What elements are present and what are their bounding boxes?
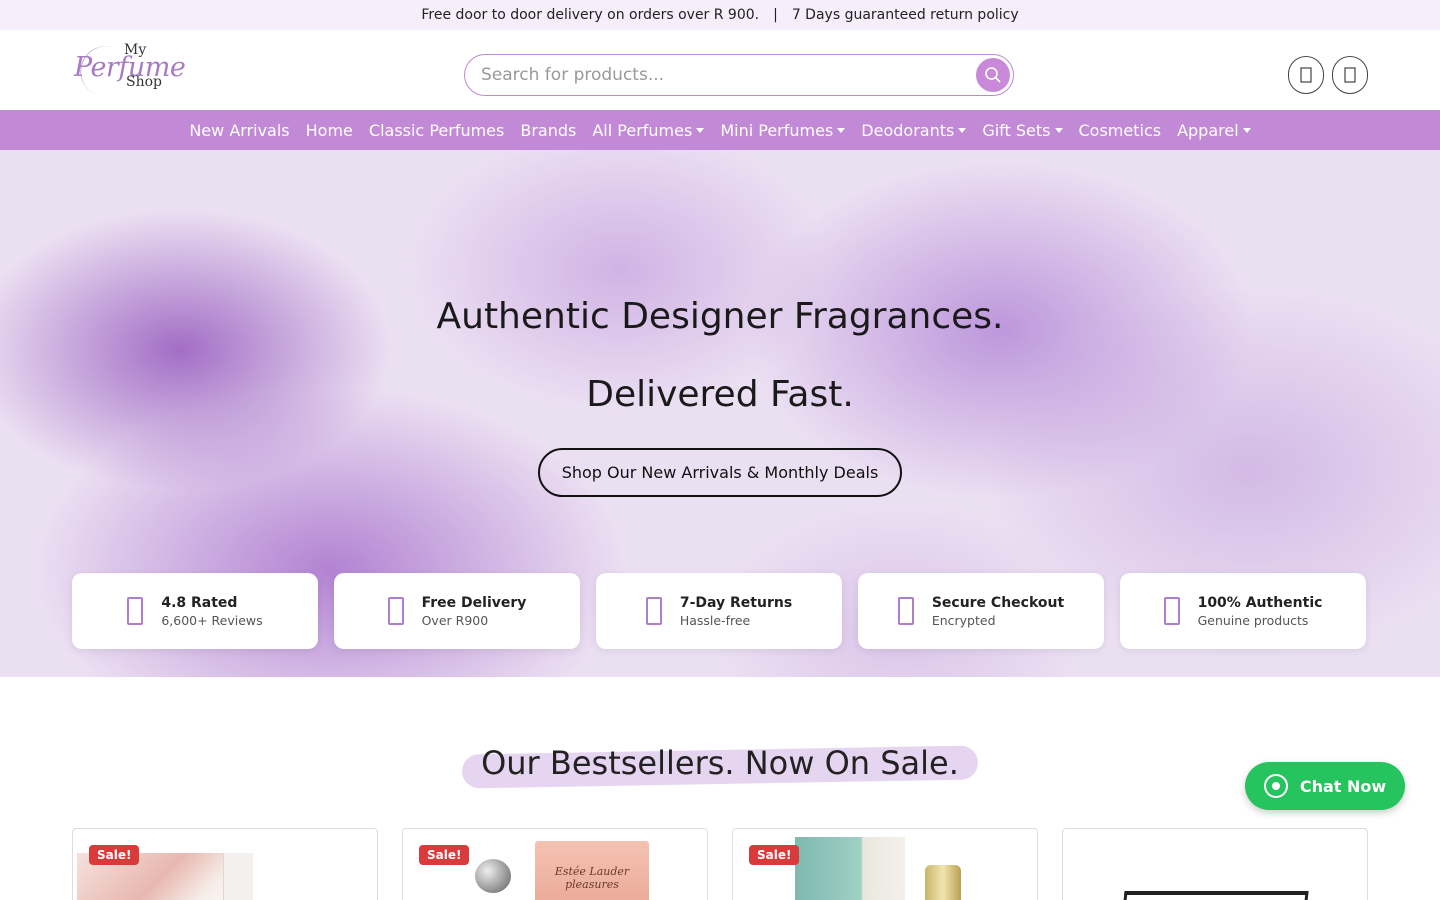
product-image[interactable]: [1121, 891, 1309, 900]
nav-item-gift-sets[interactable]: Gift Sets: [974, 121, 1070, 140]
search-button[interactable]: [976, 58, 1010, 92]
truck-icon: [387, 597, 404, 625]
product-box: [223, 853, 253, 900]
feature-subtitle: 6,600+ Reviews: [161, 612, 263, 628]
nav-item-all-perfumes[interactable]: All Perfumes: [584, 121, 712, 140]
caret-down-icon: [958, 127, 967, 133]
shield-check-icon: [1163, 597, 1180, 625]
search-icon: [985, 67, 1001, 83]
user-icon: [1300, 67, 1312, 83]
feature-title: 7-Day Returns: [679, 594, 793, 611]
nav-label: Classic Perfumes: [368, 120, 505, 140]
nav-item-brands[interactable]: Brands: [512, 121, 584, 140]
account-button[interactable]: [1288, 56, 1324, 94]
hero-subheadline: Delivered Fast.: [586, 374, 854, 415]
announcement-bar: Free door to door delivery on orders ove…: [0, 0, 1440, 30]
caret-down-icon: [837, 127, 846, 133]
main-nav: New Arrivals Home Classic Perfumes Brand…: [0, 110, 1440, 150]
nav-label: Brands: [520, 120, 577, 140]
feature-title: Secure Checkout: [931, 594, 1065, 611]
returns-notice: 7 Days guaranteed return policy: [791, 7, 1019, 23]
nav-item-new-arrivals[interactable]: New Arrivals: [181, 121, 297, 140]
feature-title: 100% Authentic: [1197, 594, 1323, 611]
search-input[interactable]: [481, 65, 961, 85]
nav-label: Cosmetics: [1078, 120, 1162, 140]
search-bar: [464, 54, 1014, 96]
cart-icon: [1344, 67, 1356, 83]
cart-button[interactable]: [1332, 56, 1368, 94]
feature-cards: 4.8 Rated 6,600+ Reviews Free Delivery Ove…: [72, 573, 1366, 649]
logo-shop: Shop: [126, 74, 162, 90]
product-brand-text: Estée Lauder pleasures: [554, 865, 630, 891]
nav-item-classic-perfumes[interactable]: Classic Perfumes: [361, 121, 512, 140]
feature-card-returns: 7-Day Returns Hassle-free: [596, 573, 842, 649]
nav-item-mini-perfumes[interactable]: Mini Perfumes: [712, 121, 853, 140]
feature-subtitle: Over R900: [421, 612, 489, 628]
caret-down-icon: [1054, 127, 1063, 133]
feature-subtitle: Genuine products: [1197, 612, 1309, 628]
nav-item-home[interactable]: Home: [298, 121, 361, 140]
sale-badge: Sale!: [89, 845, 140, 865]
caret-down-icon: [1242, 127, 1251, 133]
perfume-bottle-neck: [925, 865, 961, 900]
feature-title: 4.8 Rated: [161, 594, 238, 611]
nav-label: Gift Sets: [982, 120, 1051, 140]
header-actions: [1288, 56, 1368, 94]
feature-title: Free Delivery: [421, 594, 527, 611]
nav-label: Deodorants: [861, 120, 955, 140]
bestsellers-heading: Our Bestsellers. Now On Sale.: [0, 744, 1440, 789]
delivery-notice: Free door to door delivery on orders ove…: [421, 7, 760, 23]
feature-subtitle: Hassle-free: [679, 612, 751, 628]
product-card[interactable]: [1062, 828, 1368, 900]
nav-label: Mini Perfumes: [720, 120, 834, 140]
nav-label: New Arrivals: [189, 120, 290, 140]
product-grid: Sale! Sale! Estée Lauder pleasures Sale!: [72, 828, 1368, 900]
sale-badge: Sale!: [419, 845, 470, 865]
caret-down-icon: [696, 127, 705, 133]
nav-item-apparel[interactable]: Apparel: [1169, 121, 1259, 140]
perfume-cap: [475, 859, 511, 893]
sale-badge: Sale!: [749, 845, 800, 865]
product-card[interactable]: Sale! Estée Lauder pleasures: [402, 828, 708, 900]
nav-label: Home: [305, 120, 353, 140]
feature-card-rating: 4.8 Rated 6,600+ Reviews: [72, 573, 318, 649]
product-card[interactable]: Sale!: [72, 828, 378, 900]
announcement-separator: |: [773, 7, 778, 23]
nav-label: All Perfumes: [592, 120, 693, 140]
site-header: My Perfume Shop: [0, 30, 1440, 110]
product-card[interactable]: Sale!: [732, 828, 1038, 900]
product-image[interactable]: [795, 837, 905, 900]
whatsapp-icon: [1263, 774, 1288, 798]
section-title: Our Bestsellers. Now On Sale.: [481, 744, 959, 782]
feature-subtitle: Encrypted: [931, 612, 996, 628]
return-icon: [645, 597, 662, 625]
feature-card-delivery: Free Delivery Over R900: [334, 573, 580, 649]
feature-card-authentic: 100% Authentic Genuine products: [1120, 573, 1366, 649]
hero-banner: Authentic Designer Fragrances. Delivered…: [0, 150, 1440, 677]
nav-item-deodorants[interactable]: Deodorants: [853, 121, 974, 140]
hero-headline: Authentic Designer Fragrances.: [436, 296, 1004, 337]
feature-card-secure: Secure Checkout Encrypted: [858, 573, 1104, 649]
lock-icon: [897, 597, 914, 625]
nav-label: Apparel: [1177, 120, 1239, 140]
chat-now-button[interactable]: Chat Now: [1245, 762, 1405, 810]
star-icon: [127, 597, 144, 625]
shop-new-arrivals-button[interactable]: Shop Our New Arrivals & Monthly Deals: [538, 448, 902, 497]
chat-label: Chat Now: [1299, 776, 1387, 796]
nav-item-cosmetics[interactable]: Cosmetics: [1071, 121, 1170, 140]
site-logo[interactable]: My Perfume Shop: [72, 39, 186, 107]
